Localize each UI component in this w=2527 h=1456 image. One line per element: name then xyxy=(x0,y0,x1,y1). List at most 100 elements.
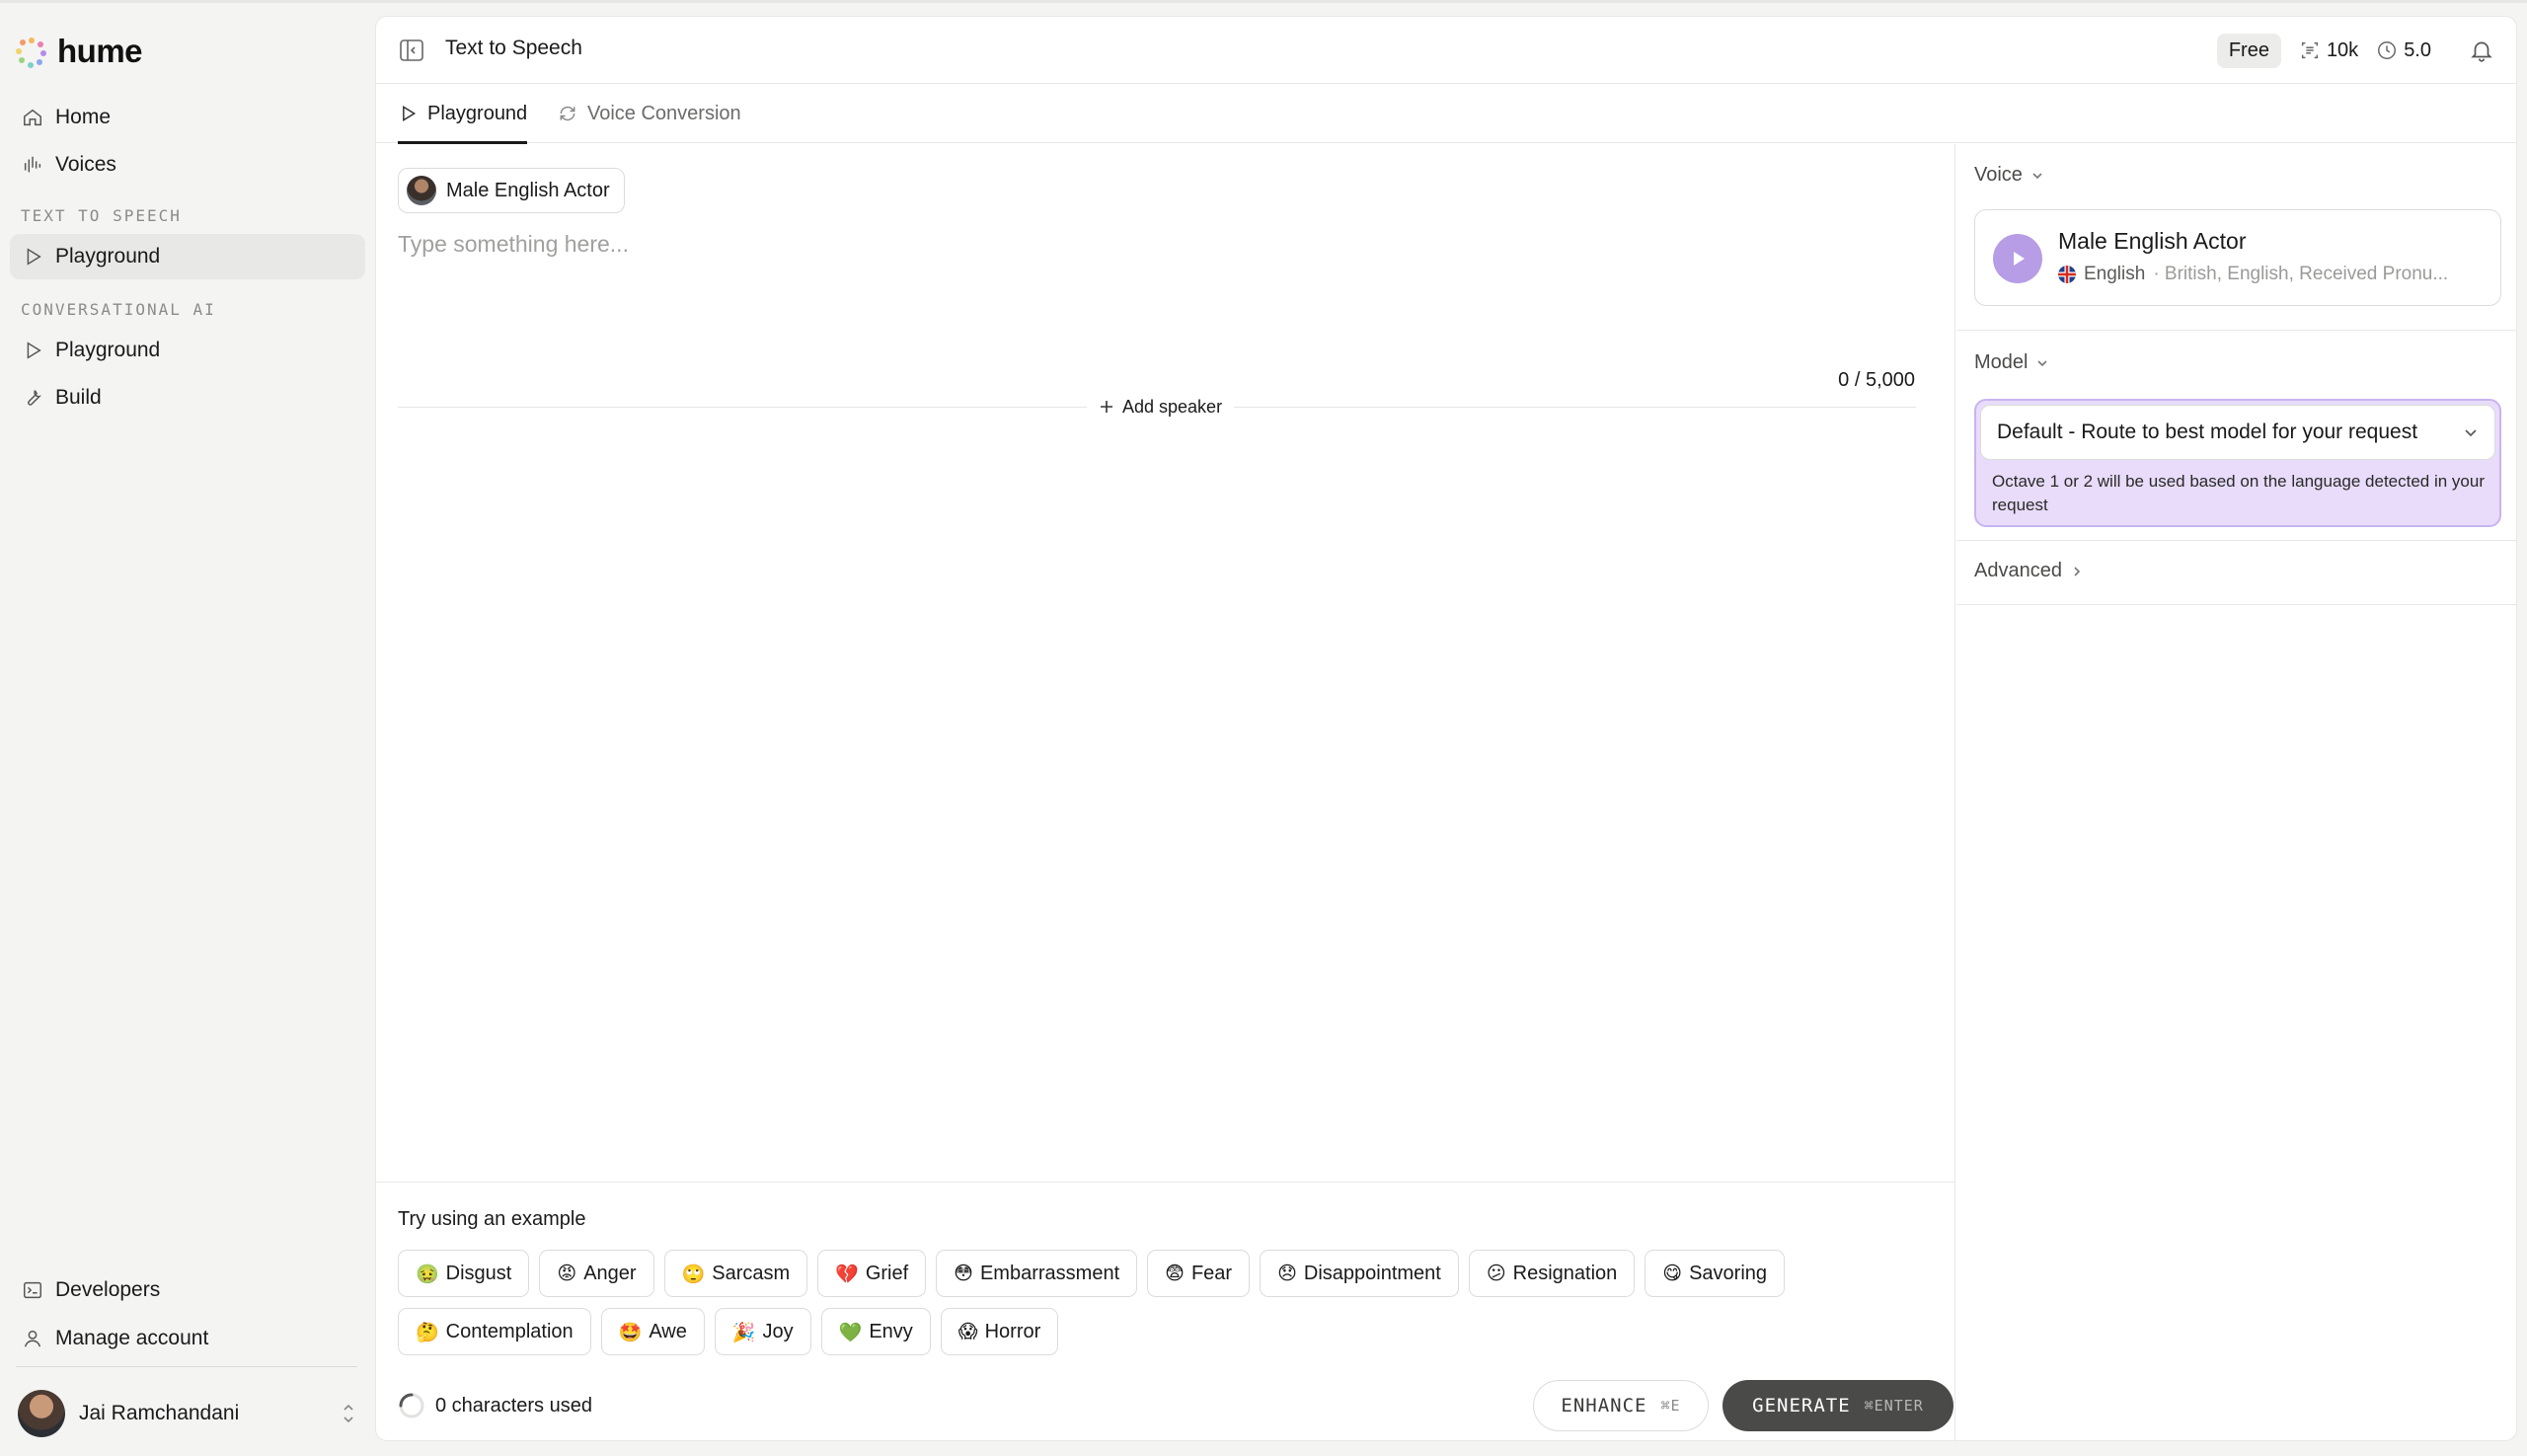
sidebar-item-label: Home xyxy=(55,106,112,128)
sidebar-item-voices[interactable]: Voices xyxy=(10,142,365,188)
model-section-label: Model xyxy=(1974,351,2029,373)
chip-label: Savoring xyxy=(1689,1262,1768,1284)
chevron-down-icon xyxy=(2465,429,2477,437)
voice-card[interactable]: Male English Actor English · British, En… xyxy=(1974,209,2501,306)
model-selected-value: Default - Route to best model for your r… xyxy=(1997,421,2418,443)
sidebar-item-build[interactable]: Build xyxy=(10,375,365,421)
sidebar-item-label: Developers xyxy=(55,1278,161,1301)
wrench-icon xyxy=(28,390,42,406)
sidebar-item-home[interactable]: Home xyxy=(10,95,365,140)
chip-label: Horror xyxy=(984,1320,1041,1342)
hume-logo-icon xyxy=(16,36,47,68)
sidebar-item-manage-account[interactable]: Manage account xyxy=(10,1316,365,1361)
add-speaker-label: Add speaker xyxy=(1122,396,1223,417)
speaker-name: Male English Actor xyxy=(446,179,610,201)
brand-name: hume xyxy=(57,33,143,69)
chip-label: Fear xyxy=(1190,1262,1233,1284)
voice-preview-button[interactable] xyxy=(1993,234,2042,283)
page-title: Text to Speech xyxy=(445,37,582,59)
example-chip-resignation[interactable]: 😕 Resignation xyxy=(1468,1250,1636,1297)
model-section-toggle[interactable]: Model xyxy=(1974,351,2049,374)
example-chip-disappointment[interactable]: 😞 Disappointment xyxy=(1260,1250,1459,1297)
user-menu[interactable]: Jai Ramchandani xyxy=(18,1388,357,1439)
chip-label: Disappointment xyxy=(1303,1262,1441,1284)
example-chip-envy[interactable]: 💚 Envy xyxy=(820,1308,931,1355)
voice-section-toggle[interactable]: Voice xyxy=(1974,164,2044,187)
voices-icon xyxy=(24,156,41,173)
settings-divider xyxy=(1956,540,2516,541)
sidebar-item-label: Voices xyxy=(55,153,116,176)
plan-badge[interactable]: Free xyxy=(2216,33,2281,68)
chevron-down-icon xyxy=(2032,172,2042,179)
credits-stat[interactable]: 10k xyxy=(2299,39,2358,62)
play-icon xyxy=(27,342,41,359)
example-chip-savoring[interactable]: 😋 Savoring xyxy=(1645,1250,1786,1297)
voice-section-label: Voice xyxy=(1974,164,2023,186)
usage-stat[interactable]: 5.0 xyxy=(2376,39,2431,62)
emoji-icon: 🤔 xyxy=(416,1321,439,1343)
example-chip-joy[interactable]: 🎉 Joy xyxy=(714,1308,811,1355)
section-title-tts: TEXT TO SPEECH xyxy=(21,206,182,225)
emoji-icon: 😳 xyxy=(954,1263,973,1284)
tab-playground[interactable]: Playground xyxy=(398,84,528,144)
chip-label: Grief xyxy=(865,1262,909,1284)
example-chip-disgust[interactable]: 🤢 Disgust xyxy=(398,1250,530,1297)
emoji-icon: 💔 xyxy=(835,1263,859,1285)
characters-icon xyxy=(2301,41,2319,59)
example-chip-awe[interactable]: 🤩 Awe xyxy=(600,1308,705,1355)
sidebar-item-label: Manage account xyxy=(55,1327,209,1349)
sidebar-divider xyxy=(16,1366,357,1367)
tab-voice-conversion[interactable]: Voice Conversion xyxy=(558,84,741,143)
enhance-shortcut: ⌘E xyxy=(1660,1397,1681,1415)
example-chip-embarrassment[interactable]: 😳 Embarrassment xyxy=(936,1250,1138,1297)
emoji-icon: 😨 xyxy=(1165,1263,1185,1284)
example-chip-horror[interactable]: 😱 Horror xyxy=(940,1308,1059,1355)
chip-label: Anger xyxy=(583,1262,637,1284)
script-textarea[interactable] xyxy=(398,231,1918,340)
enhance-button[interactable]: ENHANCE ⌘E xyxy=(1533,1380,1709,1431)
credits-value: 10k xyxy=(2326,38,2359,61)
example-chip-fear[interactable]: 😨 Fear xyxy=(1147,1250,1251,1297)
settings-divider xyxy=(1956,330,2516,331)
add-speaker-button[interactable]: Add speaker xyxy=(1087,391,1235,422)
emoji-icon: 😕 xyxy=(1486,1263,1506,1284)
advanced-section-label: Advanced xyxy=(1974,560,2062,581)
sidebar-item-developers[interactable]: Developers xyxy=(10,1267,365,1313)
advanced-section-toggle[interactable]: Advanced xyxy=(1974,560,2084,582)
generate-shortcut: ⌘ENTER xyxy=(1864,1397,1924,1415)
sidebar-toggle-icon[interactable] xyxy=(398,37,425,64)
user-name: Jai Ramchandani xyxy=(79,1402,240,1424)
top-border xyxy=(0,0,2527,3)
uk-flag-icon xyxy=(2058,266,2076,283)
generate-button[interactable]: GENERATE ⌘ENTER xyxy=(1723,1380,1953,1431)
voice-meta: English · British, English, Received Pro… xyxy=(2058,264,2483,285)
example-chip-grief[interactable]: 💔 Grief xyxy=(817,1250,927,1297)
emoji-icon: 😞 xyxy=(1277,1263,1297,1284)
play-icon xyxy=(27,248,41,266)
bell-icon[interactable] xyxy=(2469,38,2494,63)
sidebar-item-label: Playground xyxy=(55,339,161,361)
chip-label: Sarcasm xyxy=(712,1262,791,1284)
voice-language: English xyxy=(2084,264,2146,284)
emoji-icon: 😋 xyxy=(1662,1263,1683,1284)
plus-icon xyxy=(1101,401,1112,413)
example-chip-anger[interactable]: 😡 Anger xyxy=(539,1250,654,1297)
examples-panel: Try using an example 🤢 Disgust 😡 Anger 🙄 Sa… xyxy=(376,1182,1955,1440)
sidebar-item-tts-playground[interactable]: Playground xyxy=(10,234,365,279)
sidebar-item-cai-playground[interactable]: Playground xyxy=(10,328,365,373)
emoji-icon: 😡 xyxy=(557,1263,577,1284)
chevron-up-down-icon xyxy=(344,1404,353,1423)
usage-text: 0 characters used xyxy=(435,1394,592,1417)
brand-logo[interactable]: hume xyxy=(16,33,143,70)
model-select[interactable]: Default - Route to best model for your r… xyxy=(1980,405,2495,460)
editor-area: Male English Actor 0 / 5,000 Add speaker… xyxy=(376,144,1955,1440)
chip-label: Envy xyxy=(869,1320,913,1342)
example-chip-sarcasm[interactable]: 🙄 Sarcasm xyxy=(663,1250,808,1297)
model-selector-box: Default - Route to best model for your r… xyxy=(1974,399,2501,527)
model-note: Octave 1 or 2 will be used based on the … xyxy=(1992,472,2486,514)
action-bar: 0 characters used ENHANCE ⌘E GENERATE ⌘E… xyxy=(398,1380,1953,1433)
chip-label: Resignation xyxy=(1512,1262,1618,1284)
emoji-icon: 😱 xyxy=(957,1321,978,1342)
speaker-chip[interactable]: Male English Actor xyxy=(398,168,625,213)
example-chip-contemplation[interactable]: 🤔 Contemplation xyxy=(398,1308,591,1355)
